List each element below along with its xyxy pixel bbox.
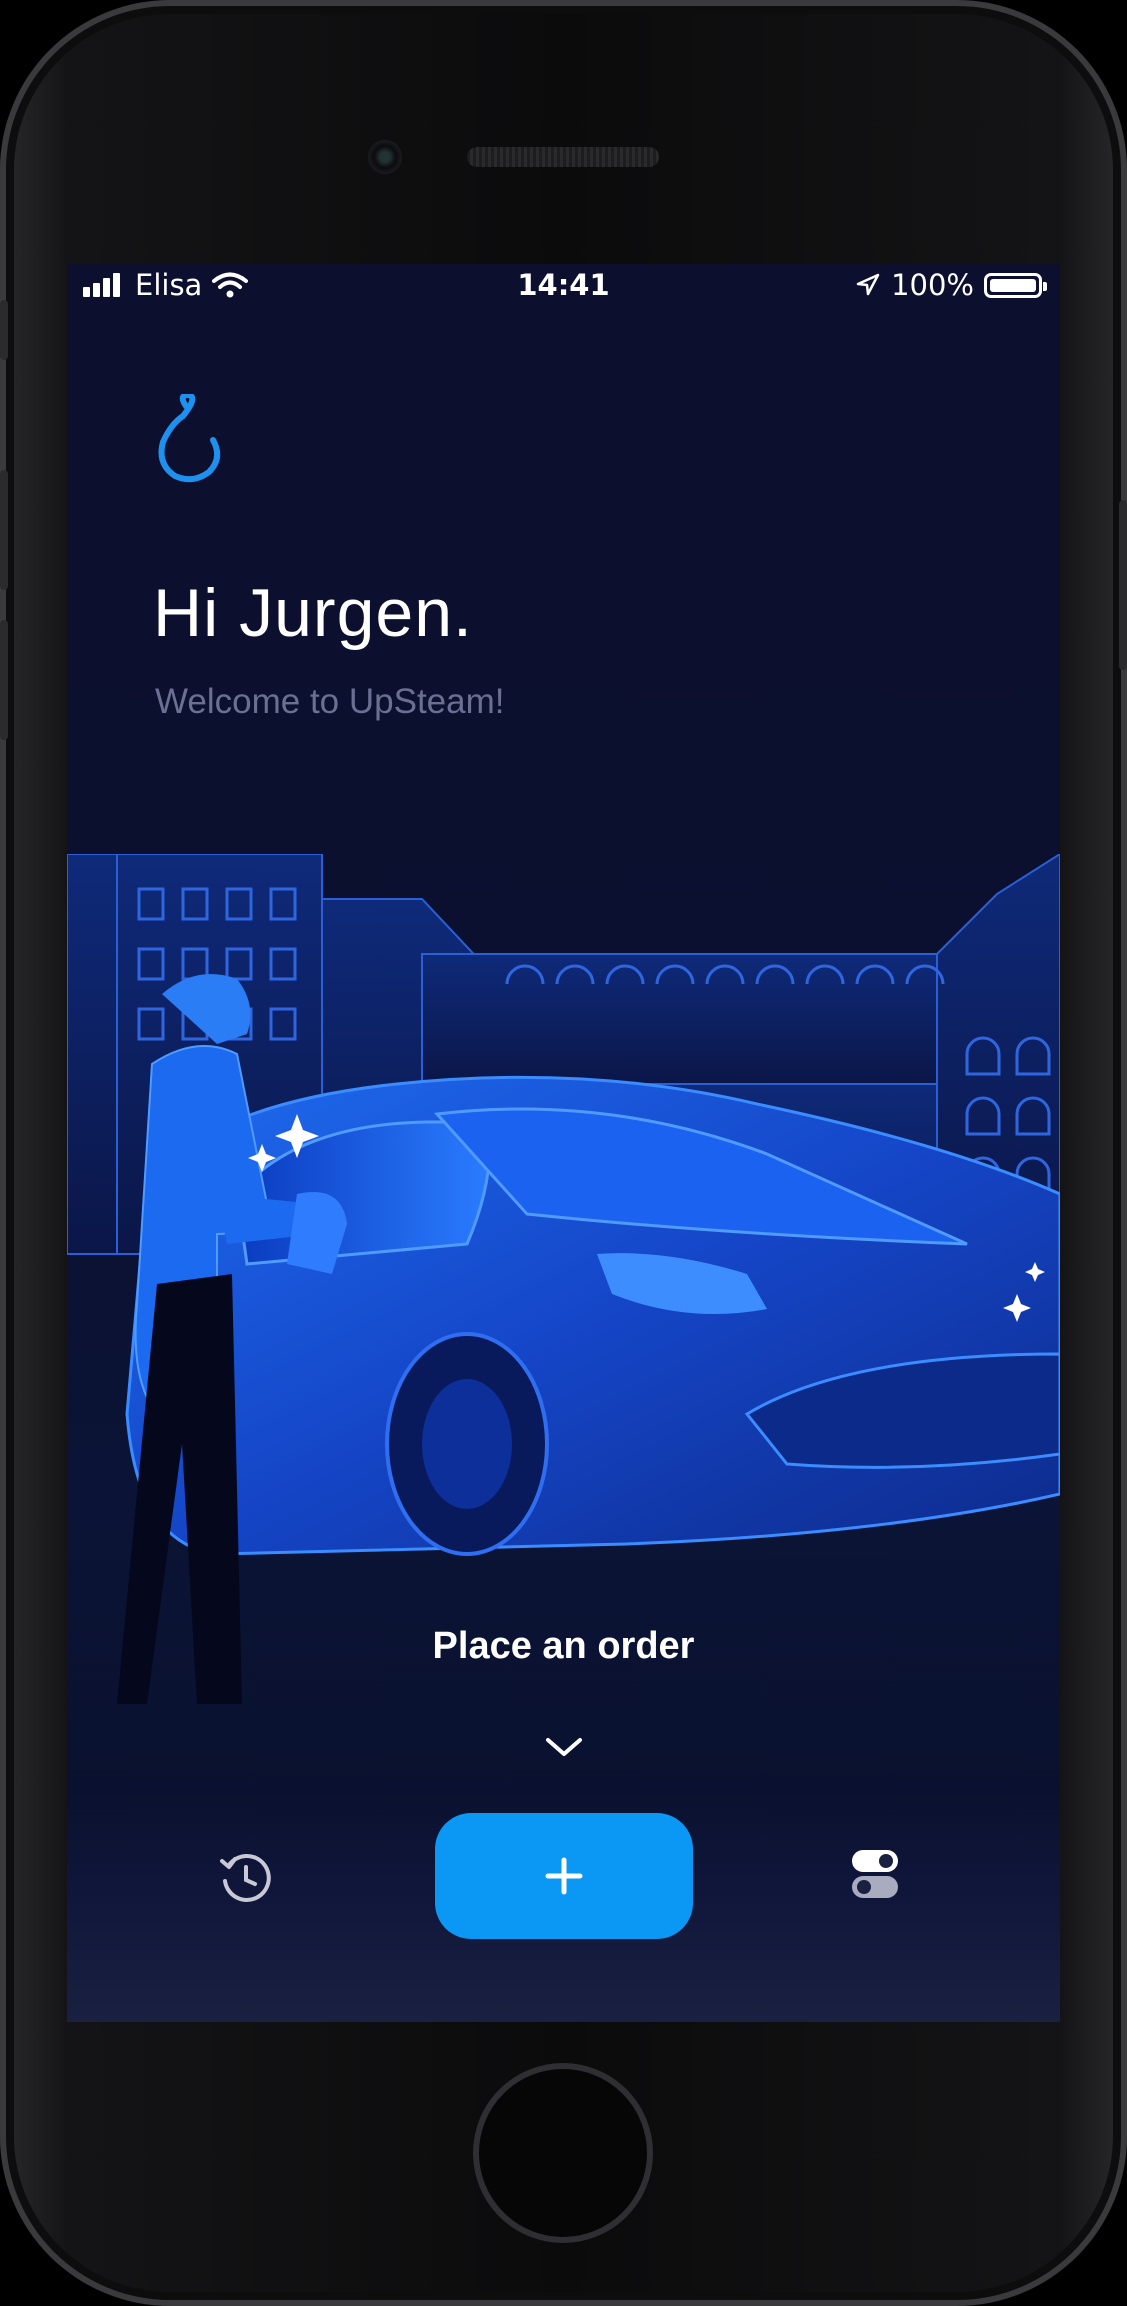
status-bar: Elisa 14:41 100% [67, 264, 1060, 308]
volume-down-button [0, 620, 8, 740]
toggle-settings-icon[interactable] [850, 1848, 900, 1900]
app-screen: Elisa 14:41 100% Hi Jurgen. Welcome to U… [67, 264, 1060, 2022]
car-wash-illustration [67, 854, 1060, 1704]
front-camera [368, 140, 402, 174]
mute-switch [0, 300, 8, 360]
add-order-button[interactable] [435, 1813, 693, 1939]
earpiece-speaker [467, 147, 659, 167]
plus-icon [545, 1857, 583, 1895]
greeting-title: Hi Jurgen. [153, 575, 473, 651]
phone-frame: Elisa 14:41 100% Hi Jurgen. Welcome to U… [0, 0, 1127, 2306]
place-order-label: Place an order [432, 1625, 695, 1667]
power-button [1119, 500, 1127, 670]
welcome-subtitle: Welcome to UpSteam! [155, 682, 505, 721]
chevron-down-icon[interactable] [544, 1734, 584, 1760]
battery-icon [984, 272, 1047, 298]
status-right: 100% [855, 268, 1047, 302]
volume-up-button [0, 470, 8, 590]
upsteam-logo-icon [158, 394, 221, 483]
history-icon[interactable] [219, 1851, 273, 1905]
home-button[interactable] [473, 2063, 653, 2243]
battery-percent: 100% [891, 268, 974, 302]
location-arrow-icon [856, 273, 880, 296]
